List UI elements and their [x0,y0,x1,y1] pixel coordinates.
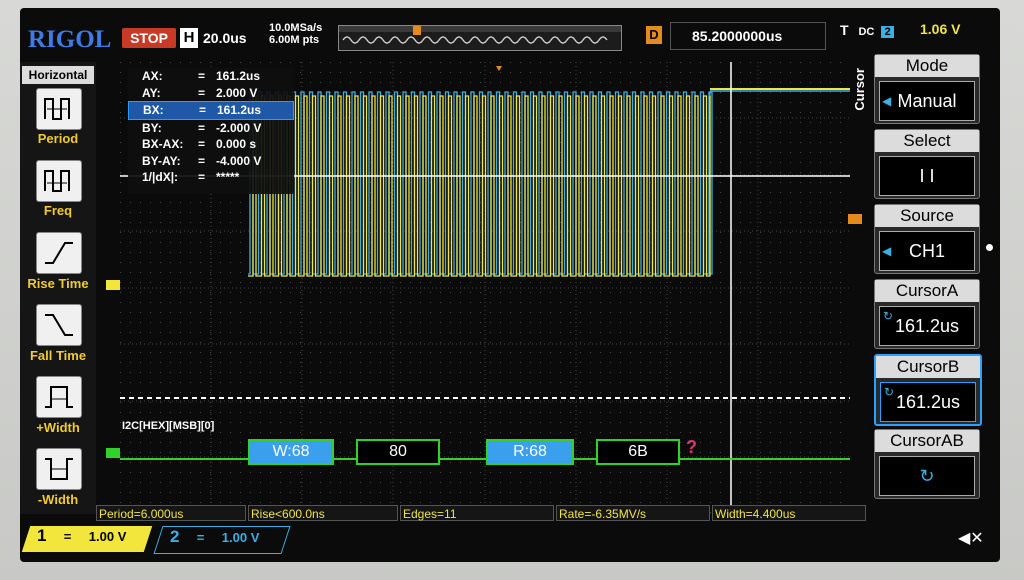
memory-depth: 6.00M pts [269,34,320,46]
fall-time-button[interactable] [36,304,82,346]
cursor-ab-title: CursorAB [875,430,979,452]
brand-logo: RIGOL [28,26,112,53]
horizontal-panel-title: Horizontal [22,66,94,84]
cursor-a-menu-button[interactable]: CursorA ↻ 161.2us [874,279,980,349]
channel-1-coupling: = [63,529,72,544]
readout-row-bx: BX: = 161.2us [128,101,294,120]
caret-left-icon: ◀ [882,94,892,108]
decode-packet-write-address: W:68 [248,439,334,465]
freq-icon [44,170,70,192]
rise-time-label: Rise Time [27,276,89,291]
decoder-label: I2C[HEX][MSB][0] [122,420,215,432]
select-menu-button[interactable]: Select I I [874,129,980,199]
caret-left-icon: ◀ [882,244,892,258]
cursor-ab-value: ↻ [879,456,975,496]
freq-button[interactable] [36,160,82,202]
minus-width-label: -Width [37,492,79,507]
measurement-period: Period=6.000us [96,505,246,521]
source-menu-button[interactable]: Source ◀ CH1 [874,204,980,274]
channel-1-ground-marker[interactable] [106,280,120,290]
decode-unknown-marker: ? [686,437,697,457]
delay-label: D [646,26,662,44]
channel-1-scale: 1.00 V [89,529,127,544]
delay-value: 85.2000000us [692,28,783,44]
decoder-position-marker[interactable] [106,448,120,458]
readout-row-by-ay: BY-AY: = -4.000 V [142,153,262,168]
measurement-rise: Rise<600.0ns [248,505,398,521]
measurement-width: Width=4.400us [712,505,866,521]
channel-2-number: 2 [169,527,180,546]
readout-row-ay: AY: = 2.000 V [142,85,258,100]
mode-title: Mode [875,55,979,77]
readout-row-bx-ax: BX-AX: = 0.000 s [142,137,257,151]
menu-page-indicator [986,244,993,251]
measurement-edges: Edges=11 [400,505,554,521]
trigger-coupling: DC [858,26,875,38]
rotate-knob-icon: ↻ [884,385,895,399]
cursor-menu-label: Cursor [852,68,867,111]
positive-width-icon [45,386,73,408]
channel-2-coupling: = [196,530,205,545]
plus-width-label: +Width [36,420,80,435]
mode-value: ◀ Manual [879,81,975,121]
freq-label: Freq [43,203,73,218]
period-button[interactable] [36,88,82,130]
select-title: Select [875,130,979,152]
trigger-channel-badge: 2 [881,26,895,38]
source-title: Source [875,205,979,227]
overview-waveform [339,26,621,44]
run-stop-status[interactable]: STOP [122,28,176,48]
trigger-level: 1.06 V [920,21,961,37]
select-value: I I [879,156,975,196]
fall-time-label: Fall Time [29,348,87,363]
source-value: ◀ CH1 [879,231,975,271]
cursor-b-menu-button[interactable]: CursorB ↻ 161.2us [874,354,982,426]
sample-info: 10.0MSa/s 6.00M pts [269,22,322,46]
channel-2-scale: 1.00 V [222,530,260,545]
timebase-label: H [180,28,198,48]
cursor-readout-panel: AX: = 161.2us AY: = 2.000 V BX: = 161.2us BY: =… [128,68,294,194]
rotate-knob-icon: ↻ [919,466,935,486]
mode-menu-button[interactable]: Mode ◀ Manual [874,54,980,124]
waveform-overview-bar [338,25,622,51]
measurement-rate: Rate=-6.35MV/s [556,505,710,521]
channel-1-number: 1 [36,526,47,545]
decode-packet-data-1: 80 [356,439,440,465]
trigger-position-marker [413,26,421,35]
speaker-mute-icon[interactable]: ◀✕ [958,528,984,548]
trigger-level-marker[interactable] [848,214,862,224]
sample-rate: 10.0MSa/s [269,22,323,34]
negative-width-icon [45,458,73,480]
fall-time-icon [45,314,73,336]
period-label: Period [37,131,79,146]
readout-row-inv-dx: 1/|dX|: = ***** [142,170,240,184]
minus-width-button[interactable] [36,448,82,490]
channel-1-badge[interactable]: 1 = 1.00 V [21,526,153,552]
readout-row-ax: AX: = 161.2us [142,69,261,83]
cursor-b-value: ↻ 161.2us [880,382,976,422]
cursor-ab-menu-button[interactable]: CursorAB ↻ [874,429,980,499]
rise-time-button[interactable] [36,232,82,274]
plus-width-button[interactable] [36,376,82,418]
decode-packet-data-2: 6B [596,439,680,465]
cursor-a-value: ↻ 161.2us [879,306,975,346]
trigger-info[interactable]: T DC 2 [840,22,895,38]
timebase-value[interactable]: 20.0us [203,30,247,46]
readout-row-by: BY: = -2.000 V [142,120,262,135]
channel-2-badge[interactable]: 2 = 1.00 V [153,526,291,554]
scope-screen: RIGOL STOP H 20.0us 10.0MSa/s 6.00M pts … [20,8,1000,562]
period-icon [44,98,70,120]
rise-time-icon [45,242,73,264]
decode-packet-read-address: R:68 [486,439,574,465]
rotate-knob-icon: ↻ [883,309,894,323]
trigger-label: T [840,22,849,38]
